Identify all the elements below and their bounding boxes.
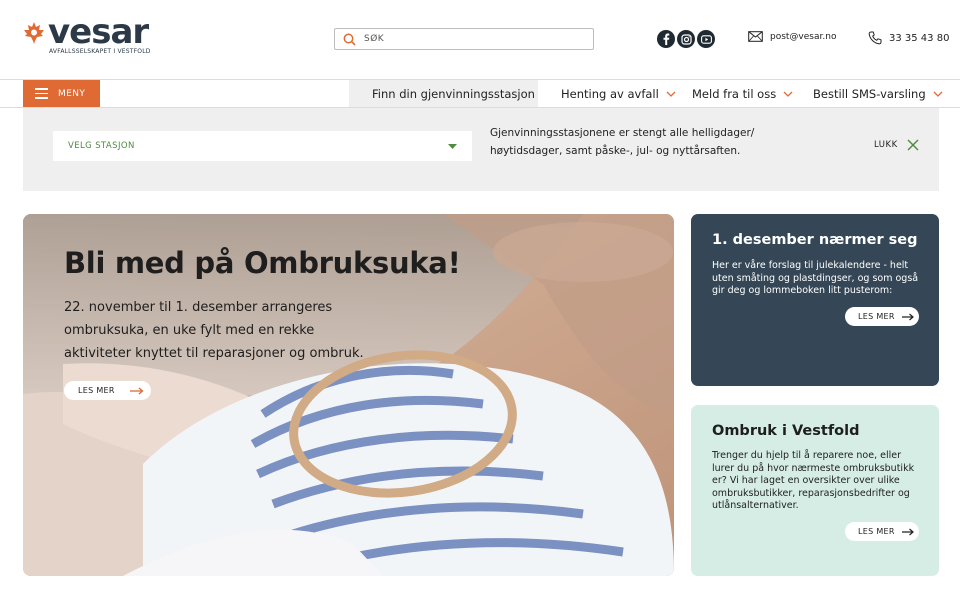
- search-input[interactable]: [364, 34, 564, 44]
- search-icon: [343, 33, 356, 46]
- card-title: 1. desember nærmer seg: [712, 232, 918, 248]
- arrow-right-icon: [901, 313, 914, 320]
- card-text: Her er våre forslag til julekalendere - …: [712, 260, 919, 296]
- close-icon: [907, 139, 919, 151]
- nav-item-label: Bestill SMS-varsling: [813, 86, 926, 101]
- nav-item-label: Meld fra til oss: [692, 86, 777, 101]
- envelope-icon: [748, 31, 763, 42]
- hero-text: 22. november til 1. desember arrangeres …: [64, 300, 364, 361]
- caret-down-icon: [448, 143, 457, 149]
- phone-link[interactable]: 33 35 43 80: [868, 31, 949, 45]
- phone-icon: [868, 31, 882, 45]
- nav-item-report[interactable]: Meld fra til oss: [692, 80, 793, 107]
- nav-item-sms-alert[interactable]: Bestill SMS-varsling: [813, 80, 943, 107]
- email-link[interactable]: post@vesar.no: [748, 31, 836, 42]
- hero-banner[interactable]: Bli med på Ombruksuka! 22. november til …: [23, 214, 674, 576]
- menu-label: MENY: [58, 88, 86, 99]
- site-header: vesar AVFALLSSELSKAPET I VESTFOLD post@v…: [0, 0, 960, 80]
- card-title: Ombruk i Vestfold: [712, 423, 860, 439]
- card-reuse-vestfold[interactable]: Ombruk i Vestfold Trenger du hjelp til å…: [691, 405, 939, 576]
- hero-title: Bli med på Ombruksuka!: [64, 246, 461, 280]
- phone-text: 33 35 43 80: [889, 32, 950, 44]
- facebook-icon[interactable]: [657, 30, 675, 48]
- chevron-down-icon: [933, 91, 943, 97]
- close-notice-button[interactable]: LUKK: [874, 139, 919, 151]
- arrow-right-icon: [901, 528, 914, 535]
- card-text: Trenger du hjelp til å reparere noe, ell…: [712, 450, 915, 511]
- read-more-label: LES MER: [858, 527, 895, 536]
- nav-item-label: Henting av avfall: [561, 86, 659, 101]
- hamburger-icon: [35, 85, 48, 102]
- card-advent-calendar[interactable]: 1. desember nærmer seg Her er våre forsl…: [691, 214, 939, 386]
- youtube-icon[interactable]: [697, 30, 715, 48]
- instagram-icon[interactable]: [677, 30, 695, 48]
- nav-item-recycling-station[interactable]: Finn din gjenvinningsstasjon: [349, 80, 538, 107]
- card-read-more-button[interactable]: LES MER: [845, 307, 919, 326]
- chevron-down-icon: [783, 91, 793, 97]
- station-select[interactable]: VELG STASJON: [53, 131, 472, 161]
- card-read-more-button[interactable]: LES MER: [845, 522, 919, 541]
- read-more-label: LES MER: [858, 312, 895, 321]
- notice-bar: VELG STASJON Gjenvinningsstasjonene er s…: [23, 108, 939, 191]
- station-select-label: VELG STASJON: [68, 141, 135, 151]
- search-box[interactable]: [334, 28, 594, 50]
- menu-button[interactable]: MENY: [23, 80, 100, 107]
- logo-wordmark: vesar: [48, 12, 149, 52]
- hero-read-more-button[interactable]: LES MER: [64, 381, 151, 400]
- nav-item-waste-pickup[interactable]: Henting av avfall: [561, 80, 676, 107]
- notice-text: Gjenvinningsstasjonene er stengt alle he…: [490, 127, 755, 157]
- arrow-right-icon: [129, 387, 144, 394]
- read-more-label: LES MER: [78, 386, 115, 395]
- maple-leaf-icon: [24, 22, 44, 44]
- logo-tagline: AVFALLSSELSKAPET I VESTFOLD: [49, 48, 151, 55]
- chevron-down-icon: [666, 91, 676, 97]
- nav-item-label: Finn din gjenvinningsstasjon: [372, 86, 535, 101]
- email-text: post@vesar.no: [770, 31, 837, 42]
- close-label: LUKK: [874, 140, 898, 150]
